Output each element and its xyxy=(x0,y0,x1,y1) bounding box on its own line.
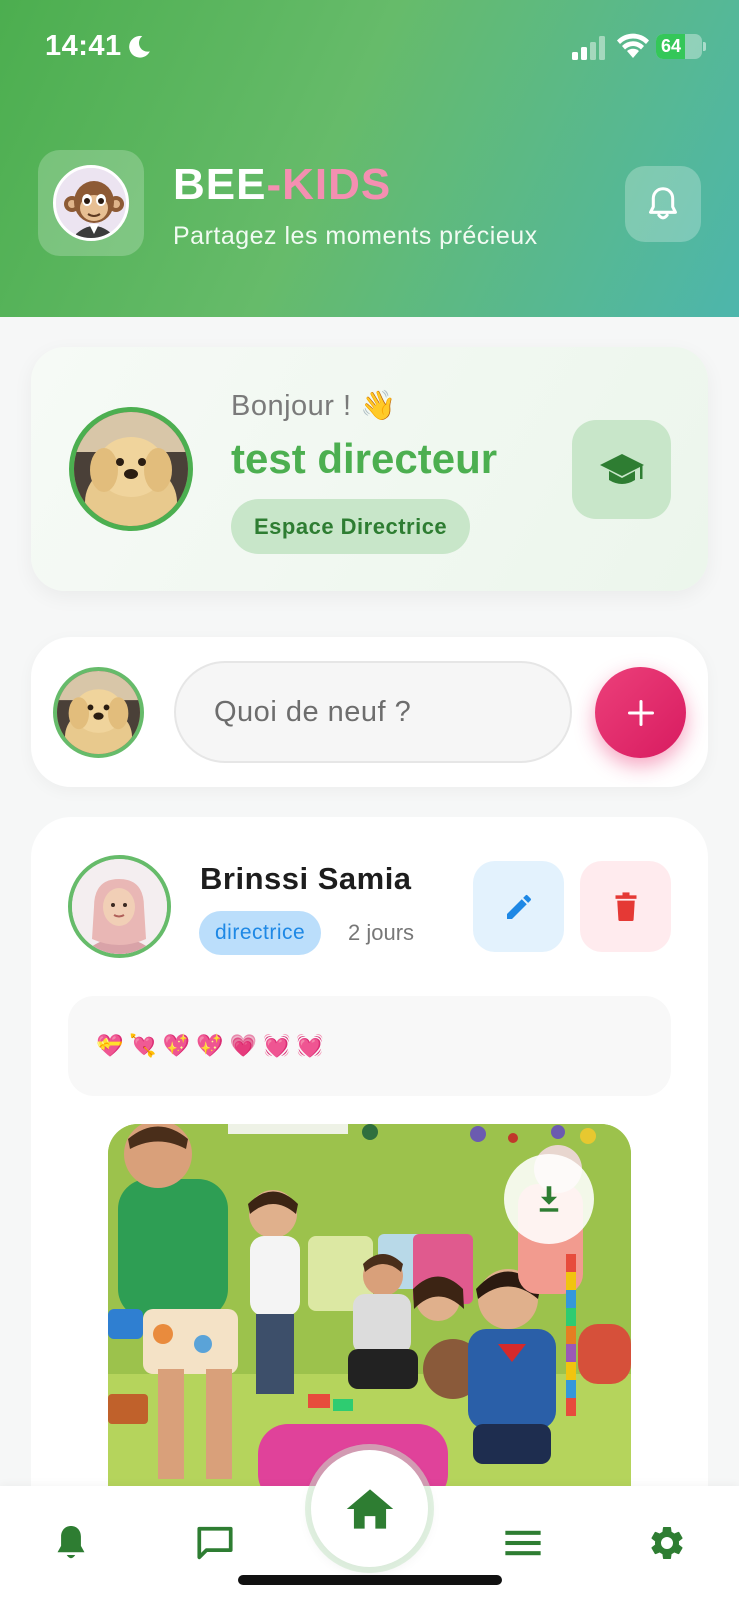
brand-part-2: -KIDS xyxy=(266,160,392,209)
battery-icon: 64 xyxy=(656,34,702,59)
author-name: Brinssi Samia xyxy=(200,861,412,896)
post-text: 💝💘💖💖💗💓💓 xyxy=(68,996,671,1096)
app-header: 14:41 64 BEE-KIDS Partagez les moments p… xyxy=(0,0,739,317)
post-composer xyxy=(31,637,708,787)
wifi-icon xyxy=(617,33,649,58)
post-time: 2 jours xyxy=(348,920,415,945)
add-post-button[interactable] xyxy=(595,667,686,758)
nav-home[interactable] xyxy=(311,1450,428,1567)
role-badge: directrice xyxy=(199,911,322,955)
gear-icon xyxy=(651,1527,683,1559)
status-time: 14:41 xyxy=(45,30,122,62)
nav-settings[interactable] xyxy=(632,1508,702,1578)
home-icon xyxy=(346,1488,393,1529)
home-indicator xyxy=(238,1575,502,1585)
notifications-button[interactable] xyxy=(625,166,701,242)
nav-notifications[interactable] xyxy=(36,1508,106,1578)
delete-post-button[interactable] xyxy=(580,861,671,952)
app-logo xyxy=(38,150,144,256)
status-bar: 14:41 64 xyxy=(0,0,739,95)
bell-icon xyxy=(649,187,677,220)
welcome-card: Bonjour ! 👋 test directeur Espace Direct… xyxy=(31,347,708,591)
app-brand: BEE-KIDS xyxy=(173,160,391,210)
user-avatar[interactable] xyxy=(69,407,193,531)
user-name: test directeur xyxy=(231,435,498,482)
bell-icon xyxy=(57,1526,85,1559)
post-input[interactable] xyxy=(174,661,572,763)
author-avatar[interactable] xyxy=(68,855,171,958)
download-icon xyxy=(539,1186,559,1212)
nav-menu[interactable] xyxy=(488,1508,558,1578)
brand-part-1: BEE xyxy=(173,160,267,209)
menu-icon xyxy=(505,1530,541,1556)
chat-icon xyxy=(197,1526,233,1560)
space-badge: Espace Directrice xyxy=(231,499,471,554)
battery-tip xyxy=(703,42,706,51)
greeting-text: Bonjour ! 👋 xyxy=(231,390,397,422)
app-tagline: Partagez les moments précieux xyxy=(173,222,538,250)
signal-icon xyxy=(572,36,605,60)
pencil-icon xyxy=(506,894,531,919)
monkey-logo-icon xyxy=(53,165,129,241)
school-button[interactable] xyxy=(572,420,671,519)
battery-level: 64 xyxy=(661,36,682,56)
trash-icon xyxy=(615,891,636,921)
edit-post-button[interactable] xyxy=(473,861,564,952)
download-button[interactable] xyxy=(504,1154,594,1244)
composer-avatar xyxy=(53,667,144,758)
moon-icon xyxy=(129,35,150,58)
nav-messages[interactable] xyxy=(180,1508,250,1578)
graduation-cap-icon xyxy=(599,453,644,484)
plus-icon xyxy=(627,699,654,726)
